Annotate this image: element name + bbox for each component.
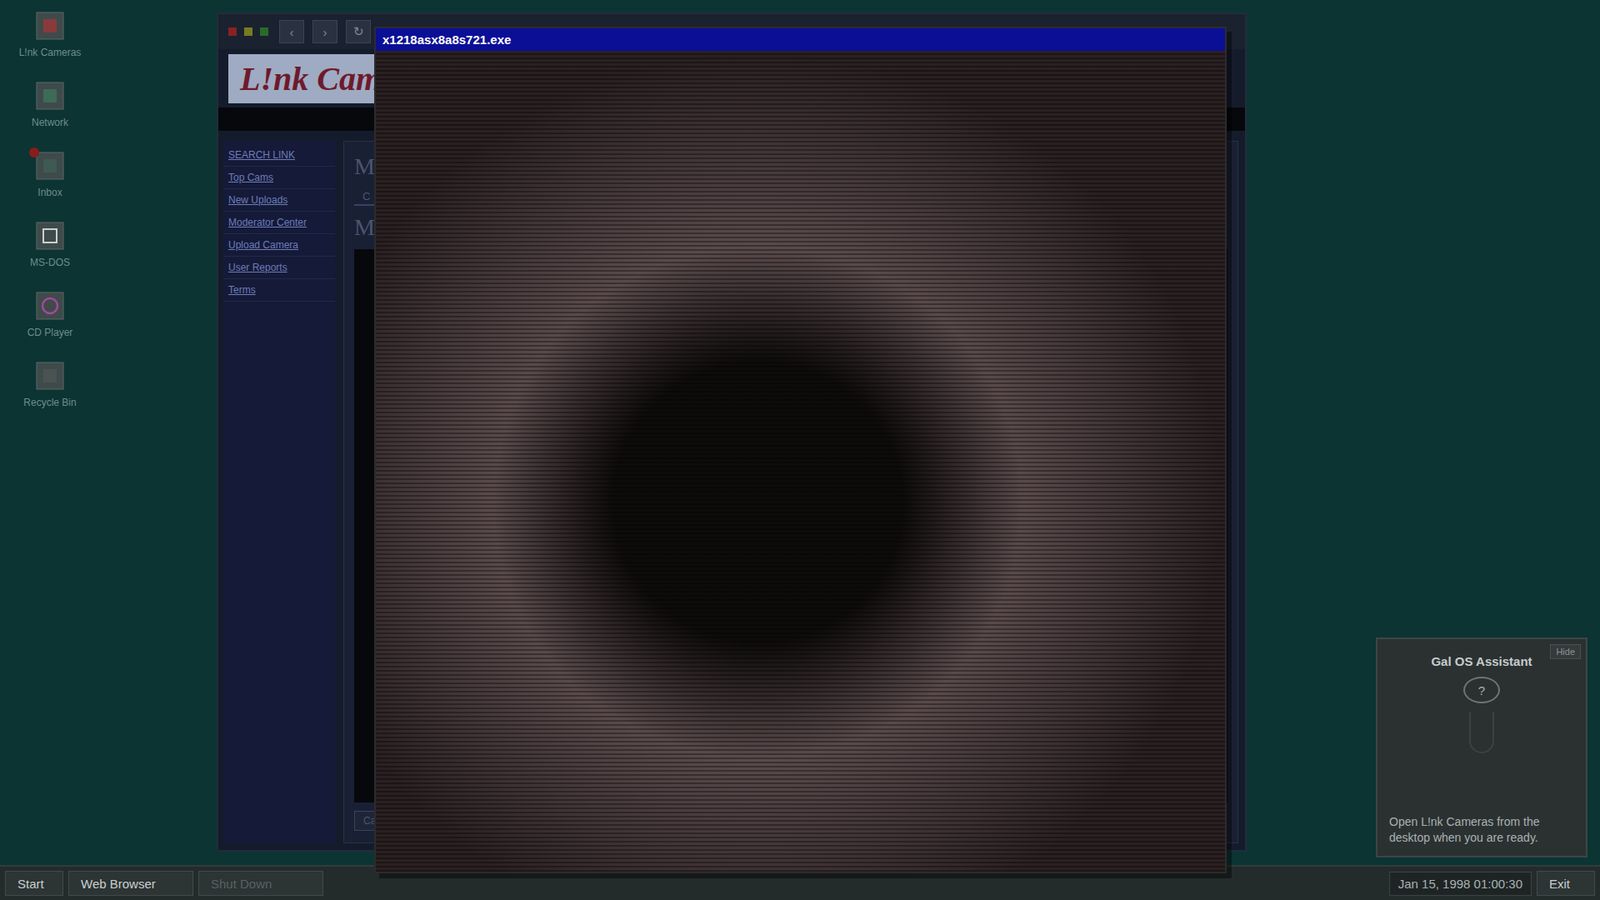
sidebar-link[interactable]: Upload Camera	[223, 234, 335, 257]
assistant-panel: Hide Gal OS Assistant? Open L!nk Cameras f…	[1375, 637, 1588, 858]
desktop-icons: L!nk Cameras Network Inbox MS-DOS CD Player R…	[0, 0, 100, 409]
start-button[interactable]: Start	[5, 870, 64, 896]
icon-label: Recycle Bin	[23, 396, 76, 409]
icon-label: Network	[31, 116, 69, 129]
sidebar-link[interactable]: SEARCH LINK	[223, 144, 335, 167]
exit-button[interactable]: Exit	[1536, 870, 1595, 896]
nav-button[interactable]: ↻	[345, 20, 371, 44]
sidebar-link[interactable]: User Reports	[223, 256, 335, 280]
icon-label: Inbox	[37, 186, 62, 199]
taskbar-item: Shut Down	[198, 870, 324, 896]
desktop: L!nk Cameras Network Inbox MS-DOS CD Player R…	[0, 0, 1600, 865]
desktop-icon[interactable]: Inbox	[35, 151, 65, 199]
photo	[375, 50, 1225, 872]
cd-icon	[35, 291, 65, 320]
window-control[interactable]	[244, 27, 253, 36]
dos-icon	[35, 221, 65, 250]
trash-icon	[35, 361, 65, 390]
desktop-icon[interactable]: Network	[31, 81, 69, 129]
assistant-figure	[1469, 711, 1495, 754]
sidebar-link[interactable]: Top Cams	[223, 166, 335, 190]
window-control[interactable]	[260, 27, 269, 36]
taskbar-item[interactable]: Web Browser	[68, 870, 194, 896]
inbox-icon	[35, 151, 65, 180]
unread-badge	[29, 147, 40, 158]
help-icon: ?	[1463, 676, 1500, 704]
hide-button[interactable]: Hide	[1550, 644, 1581, 660]
assistant-title: Gal OS Assistant	[1430, 654, 1532, 669]
nav-button[interactable]: ›	[312, 20, 338, 44]
popup-title: x1218asx8a8s721.exe	[375, 28, 1225, 51]
clock: Jan 15, 1998 01:00:30	[1389, 871, 1532, 896]
sidebar: SEARCH LINKTop CamsNew UploadsModerator …	[223, 140, 335, 844]
desktop-icon[interactable]: MS-DOS	[30, 221, 70, 269]
desktop-icon[interactable]: CD Player	[27, 291, 74, 339]
cameras-icon	[35, 11, 65, 40]
sidebar-link[interactable]: Terms	[223, 279, 335, 302]
icon-label: L!nk Cameras	[19, 46, 82, 59]
sidebar-link[interactable]: New Uploads	[223, 189, 335, 212]
icon-label: MS-DOS	[30, 256, 70, 269]
sidebar-link[interactable]: Moderator Center	[223, 211, 335, 235]
nav-button[interactable]: ‹	[279, 20, 305, 44]
network-icon	[35, 81, 65, 110]
desktop-icon[interactable]: L!nk Cameras	[19, 11, 82, 59]
assistant-message: Open L!nk Cameras from the desktop when …	[1389, 814, 1575, 846]
window-control[interactable]	[228, 27, 237, 36]
screen: L!nk Cameras Network Inbox MS-DOS CD Player R…	[0, 0, 1600, 900]
logo-text: L!nk Cam	[240, 59, 382, 99]
desktop-icon[interactable]: Recycle Bin	[23, 361, 76, 409]
icon-label: CD Player	[27, 326, 74, 339]
popup-window: x1218asx8a8s721.exe	[374, 26, 1227, 874]
